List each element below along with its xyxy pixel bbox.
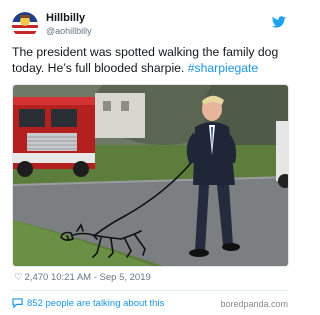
tweet-timestamp[interactable]: 10:21 AM - Sep 5, 2019 xyxy=(51,272,151,283)
talking-link[interactable]: 852 people are talking about this xyxy=(12,298,164,310)
avatar[interactable] xyxy=(12,12,38,38)
tweet-meta: ♡ 2,470 10:21 AM - Sep 5, 2019 xyxy=(14,272,151,284)
photo-illustration xyxy=(13,85,288,266)
heart-icon[interactable]: ♡ xyxy=(14,272,23,283)
speech-bubble-icon xyxy=(12,298,23,308)
tweet-card: Hillbilly @aohillbilly The president was… xyxy=(0,0,300,315)
talking-text[interactable]: 852 people are talking about this xyxy=(27,298,164,309)
watermark: boredpanda.com xyxy=(220,299,288,309)
like-count[interactable]: 2,470 xyxy=(25,272,49,283)
divider xyxy=(12,290,288,291)
display-name[interactable]: Hillbilly xyxy=(46,12,85,25)
twitter-bird-icon[interactable] xyxy=(272,16,286,28)
tweet-photo[interactable] xyxy=(12,84,289,267)
tweet-text: The president was spotted walking the fa… xyxy=(12,44,288,76)
user-handle[interactable]: @aohillbilly xyxy=(46,25,92,37)
hashtag-link[interactable]: #sharpiegate xyxy=(188,61,258,75)
tweet-header: Hillbilly @aohillbilly xyxy=(12,12,288,38)
